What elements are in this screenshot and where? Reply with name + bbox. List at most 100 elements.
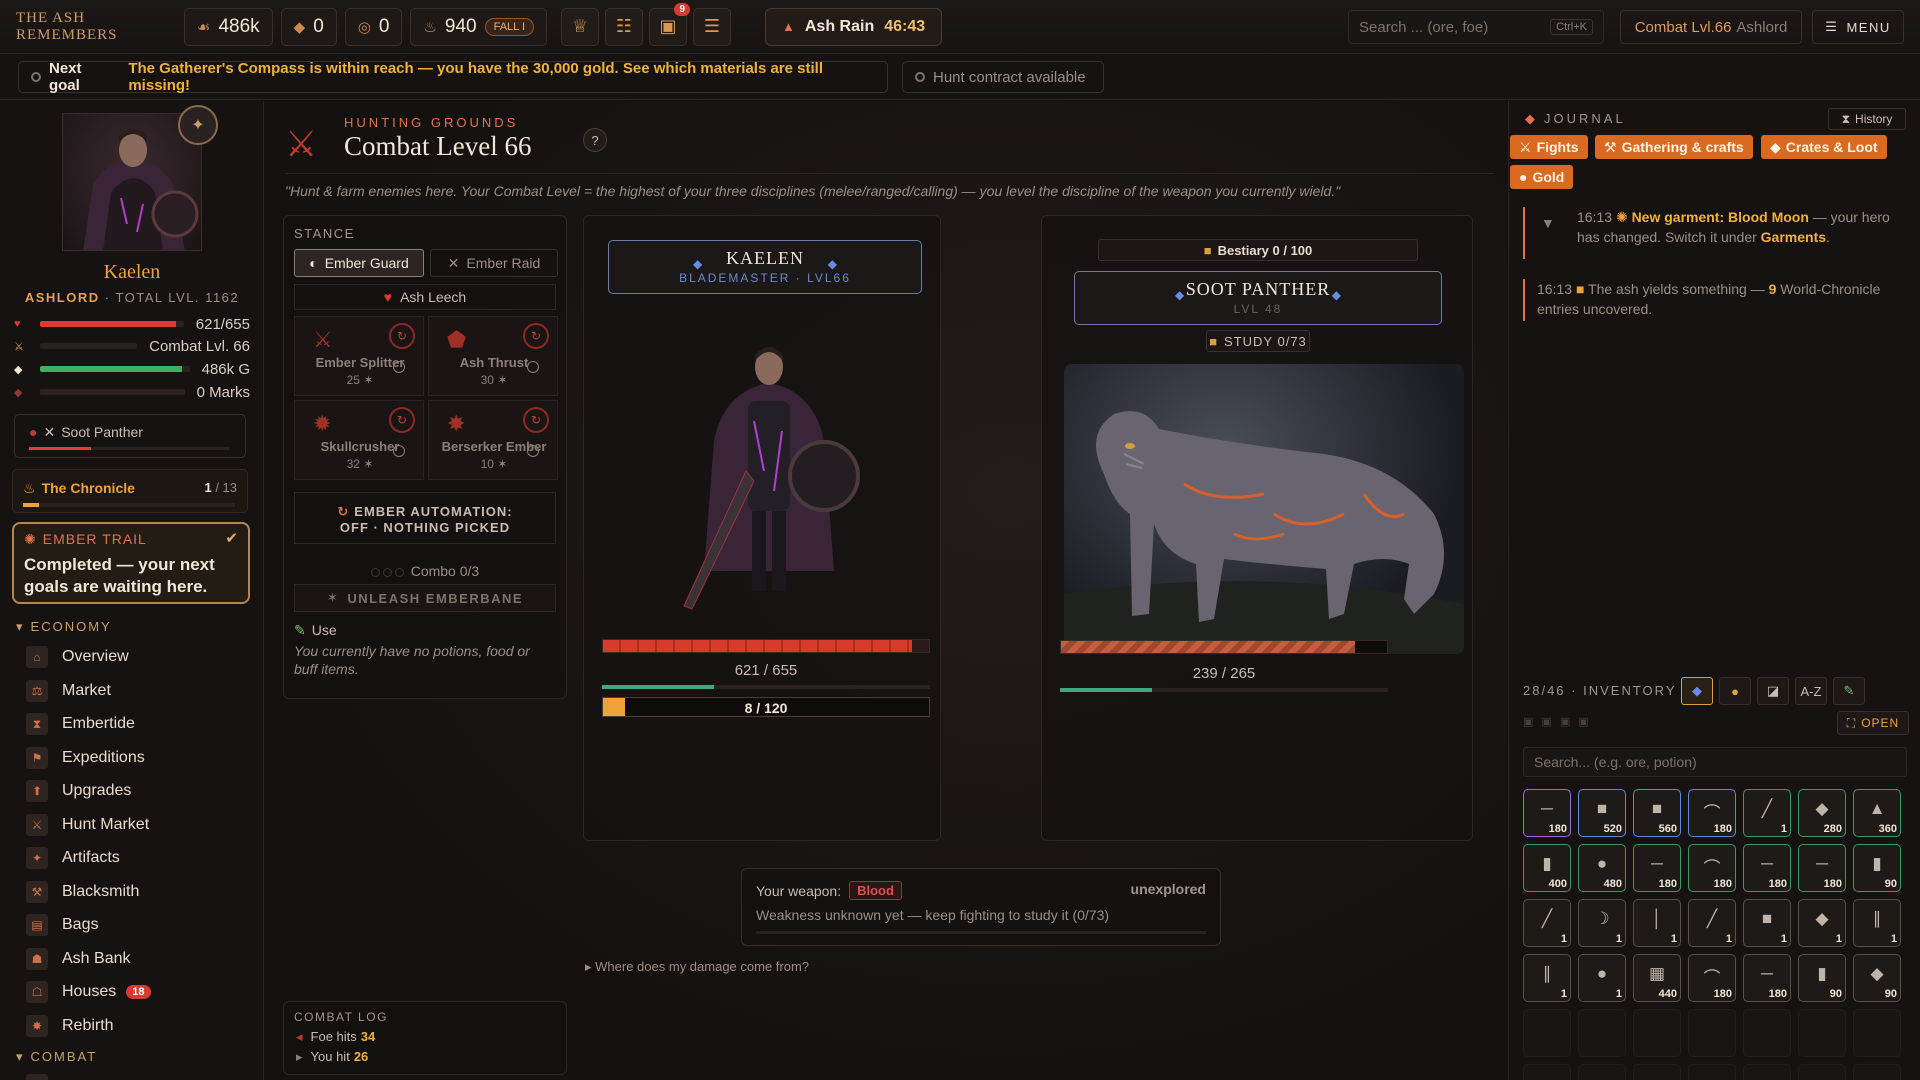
filter-fights[interactable]: ⚔ Fights xyxy=(1510,135,1588,159)
inventory-slot[interactable]: ● 1 xyxy=(1578,954,1626,1002)
tab-ember-raid[interactable]: ✕ Ember Raid xyxy=(430,249,558,277)
journal-entry[interactable]: 16:13 ■ The ash yields something — 9 Wor… xyxy=(1523,279,1907,321)
combat-header[interactable]: ▾ COMBAT xyxy=(16,1049,97,1065)
global-search[interactable]: Search ... (ore, foe) Ctrl+K xyxy=(1348,10,1604,44)
study-progress[interactable]: ■ STUDY 0/73 xyxy=(1206,330,1310,352)
resource-embers[interactable]: ♨ 940 FALL I xyxy=(410,7,547,46)
sidebar-item-hunt-market[interactable]: ⚔ Hunt Market xyxy=(26,811,246,839)
sidebar-item-bags[interactable]: ▤ Bags xyxy=(26,911,246,939)
menu-button[interactable]: ☰ MENU xyxy=(1812,10,1904,44)
sidebar-item-ash-bank[interactable]: ☗ Ash Bank xyxy=(26,945,246,973)
sidebar-item-houses[interactable]: ☖ Houses 18 xyxy=(26,978,246,1006)
inventory-slot-empty[interactable] xyxy=(1688,1064,1736,1080)
inventory-slot-empty[interactable] xyxy=(1578,1064,1626,1080)
inventory-slot[interactable]: ▮ 400 xyxy=(1523,844,1571,892)
inventory-slot[interactable]: ⌒ 180 xyxy=(1688,789,1736,837)
inventory-slot[interactable]: ▮ 90 xyxy=(1853,844,1901,892)
inventory-slot-empty[interactable] xyxy=(1523,1064,1571,1080)
inventory-slot[interactable]: ─ 180 xyxy=(1743,844,1791,892)
skill-ember-splitter[interactable]: ⚔ ↻ Ember Splitter 25 ✶ xyxy=(294,316,424,396)
sidebar-item-rebirth[interactable]: ✸ Rebirth xyxy=(26,1012,246,1040)
inventory-slot-empty[interactable] xyxy=(1578,1009,1626,1057)
unleash-button[interactable]: ✶ UNLEASH EMBERBANE xyxy=(294,584,556,612)
weapon-weakness-card[interactable]: Your weapon: Blood unexplored Weakness un… xyxy=(741,868,1221,946)
inventory-slot-empty[interactable] xyxy=(1853,1009,1901,1057)
filter-gathering[interactable]: ⚒ Gathering & crafts xyxy=(1595,135,1753,159)
inventory-slot[interactable]: ◆ 1 xyxy=(1798,899,1846,947)
tab-ember-guard[interactable]: ◐ Ember Guard xyxy=(294,249,424,277)
inventory-slot[interactable]: ─ 180 xyxy=(1633,844,1681,892)
resource-gold[interactable]: ☙ 486k xyxy=(184,7,273,46)
inventory-slot[interactable]: ∥ 1 xyxy=(1853,899,1901,947)
sidebar-item-embertide[interactable]: ⧗ Embertide xyxy=(26,710,246,738)
inventory-slot[interactable]: ╱ 1 xyxy=(1523,899,1571,947)
inventory-slot-empty[interactable] xyxy=(1743,1009,1791,1057)
inventory-slot[interactable]: ■ 520 xyxy=(1578,789,1626,837)
filter-gems-button[interactable]: ◆ xyxy=(1681,677,1713,705)
filter-crates[interactable]: ◆ Crates & Loot xyxy=(1761,135,1887,159)
inventory-slot-empty[interactable] xyxy=(1688,1009,1736,1057)
filter-gold-button[interactable]: ● xyxy=(1719,677,1751,705)
inventory-slot-empty[interactable] xyxy=(1853,1064,1901,1080)
event-timer[interactable]: ▲ Ash Rain 46:43 xyxy=(765,7,943,46)
sidebar-item-upgrades[interactable]: ⬆ Upgrades xyxy=(26,777,246,805)
class-emblem-icon[interactable]: ✦ xyxy=(178,105,218,145)
sidebar-item-artifacts[interactable]: ✦ Artifacts xyxy=(26,844,246,872)
sidebar-item-market[interactable]: ⚖ Market xyxy=(26,677,246,705)
chronicle-progress[interactable]: ♨ The Chronicle 1 / 13 xyxy=(12,469,248,513)
open-inventory-button[interactable]: ⛶ OPEN xyxy=(1837,711,1909,735)
inventory-slot[interactable]: ─ 180 xyxy=(1743,954,1791,1002)
inventory-slot[interactable]: ◆ 280 xyxy=(1798,789,1846,837)
resource-tokens[interactable]: ◎ 0 xyxy=(344,7,403,46)
inventory-slot[interactable]: ⌒ 180 xyxy=(1688,844,1736,892)
crates-button[interactable]: ▣ 9 xyxy=(649,2,690,46)
damage-source-disclosure[interactable]: ▸ Where does my damage come from? xyxy=(585,959,809,975)
journal-entry[interactable]: ▼ 16:13 ✺ New garment: Blood Moon — your… xyxy=(1523,207,1907,259)
sidebar-item-blacksmith[interactable]: ⚒ Blacksmith xyxy=(26,878,246,906)
inventory-slot[interactable]: ╱ 1 xyxy=(1743,789,1791,837)
ember-trail-card[interactable]: ✺ EMBER TRAIL ✔ Completed — your next goa… xyxy=(12,522,250,604)
resource-gems[interactable]: ◆ 0 xyxy=(280,7,337,46)
inventory-slot-empty[interactable] xyxy=(1743,1064,1791,1080)
ember-automation-button[interactable]: ↻ EMBER AUTOMATION: OFF · NOTHING PICKED xyxy=(294,492,556,544)
inventory-slot[interactable]: ⌒ 180 xyxy=(1688,954,1736,1002)
quest-scroll-button[interactable]: ☷ xyxy=(605,7,643,46)
inventory-slot-empty[interactable] xyxy=(1798,1064,1846,1080)
inventory-slot-empty[interactable] xyxy=(1633,1064,1681,1080)
skill-ash-thrust[interactable]: ⬟ ↻ Ash Thrust 30 ✶ xyxy=(428,316,558,396)
skill-skullcrusher[interactable]: ✹ ↻ Skullcrusher 32 ✶ xyxy=(294,400,424,480)
sidebar-item-combat-first[interactable]: ⚔ xyxy=(26,1071,246,1080)
inventory-search[interactable]: Search... (e.g. ore, potion) xyxy=(1523,747,1907,777)
inventory-slot[interactable]: ☽ 1 xyxy=(1578,899,1626,947)
inventory-slot[interactable]: ■ 560 xyxy=(1633,789,1681,837)
ash-leech-toggle[interactable]: ♥ Ash Leech xyxy=(294,284,556,310)
trophy-button[interactable]: ♕ xyxy=(561,7,599,46)
filter-gold[interactable]: ● Gold xyxy=(1510,165,1574,189)
inventory-slot[interactable]: ▦ 440 xyxy=(1633,954,1681,1002)
next-goal-banner[interactable]: Next goal The Gatherer's Compass is with… xyxy=(18,60,888,94)
inventory-slot-empty[interactable] xyxy=(1523,1009,1571,1057)
filter-potion-button[interactable]: ✎ xyxy=(1833,677,1865,705)
inventory-slot[interactable]: ─ 180 xyxy=(1798,844,1846,892)
bestiary-progress[interactable]: ■ Bestiary 0 / 100 xyxy=(1098,239,1418,261)
inventory-slot[interactable]: ∥ 1 xyxy=(1523,954,1571,1002)
sidebar-item-overview[interactable]: ⌂ Overview xyxy=(26,643,246,671)
help-button[interactable]: ? xyxy=(583,128,607,152)
inventory-slot[interactable]: ■ 1 xyxy=(1743,899,1791,947)
current-target[interactable]: ● ✕ Soot Panther xyxy=(14,414,246,458)
inventory-slot[interactable]: ▲ 360 xyxy=(1853,789,1901,837)
inventory-slot[interactable]: ─ 180 xyxy=(1523,789,1571,837)
inventory-slot-empty[interactable] xyxy=(1633,1009,1681,1057)
history-button[interactable]: ⧗ History xyxy=(1828,108,1906,130)
filter-tools-button[interactable]: ◪ xyxy=(1757,677,1789,705)
inventory-slot[interactable]: ▮ 90 xyxy=(1798,954,1846,1002)
inventory-slot-empty[interactable] xyxy=(1798,1009,1846,1057)
inventory-slot[interactable]: ◆ 90 xyxy=(1853,954,1901,1002)
skill-berserker-ember[interactable]: ✸ ↻ Berserker Ember 10 ✶ xyxy=(428,400,558,480)
sidebar-item-expeditions[interactable]: ⚑ Expeditions xyxy=(26,744,246,772)
inventory-slot[interactable]: │ 1 xyxy=(1633,899,1681,947)
economy-header[interactable]: ▾ ECONOMY xyxy=(16,619,112,635)
hunt-contract-button[interactable]: Hunt contract available xyxy=(902,61,1104,93)
inventory-slot[interactable]: ● 480 xyxy=(1578,844,1626,892)
codex-button[interactable]: ☰ xyxy=(693,7,731,46)
